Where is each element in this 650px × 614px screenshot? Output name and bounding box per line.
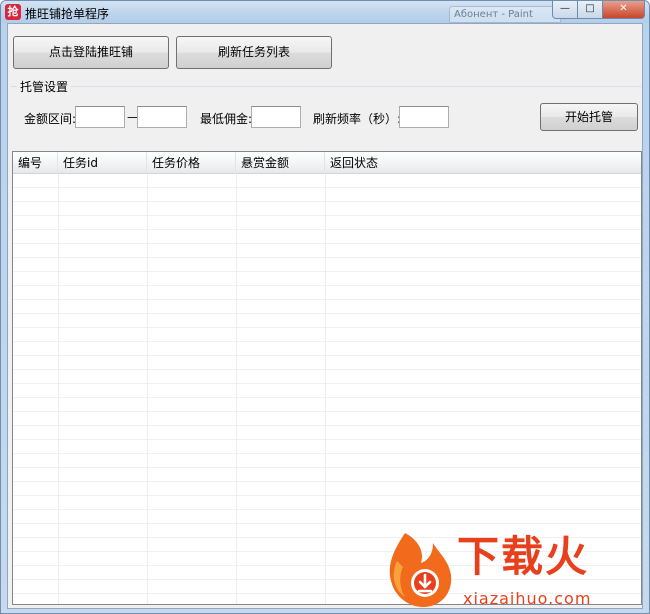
start-hosting-button[interactable]: 开始托管 — [540, 103, 638, 131]
watermark-en-text: xiazaihuo.com — [463, 589, 592, 608]
refresh-rate-label: 刷新频率（秒）: — [313, 112, 402, 126]
column-gridline — [147, 174, 148, 604]
close-button[interactable]: ✕ — [603, 1, 645, 19]
column-header-id[interactable]: 编号 — [13, 152, 58, 174]
column-header-task-id[interactable]: 任务id — [58, 152, 147, 174]
watermark-logo: 下载火 xiazaihuo.com — [383, 529, 649, 613]
column-header-reward-amount[interactable]: 悬赏金额 — [236, 152, 325, 174]
group-title: 托管设置 — [17, 78, 72, 95]
login-button[interactable]: 点击登陆推旺铺 — [13, 36, 169, 69]
watermark-cn-text: 下载火 — [457, 532, 590, 581]
title-bar[interactable]: 抢 推旺铺抢单程序 Абонент - Paint — □ ✕ — [1, 1, 649, 23]
list-header: 编号 任务id 任务价格 悬赏金额 返回状态 — [13, 152, 641, 174]
maximize-button[interactable]: □ — [578, 1, 603, 19]
amount-max-input[interactable] — [137, 106, 187, 128]
refresh-task-list-button[interactable]: 刷新任务列表 — [176, 36, 332, 69]
column-gridline — [325, 174, 326, 604]
amount-range-label: 金额区间: — [24, 112, 77, 126]
flame-logo-icon — [389, 533, 452, 607]
refresh-rate-input[interactable] — [399, 106, 449, 128]
min-commission-label: 最低佣金: — [200, 112, 253, 126]
column-header-task-price[interactable]: 任务价格 — [147, 152, 236, 174]
background-window-tab: Абонент - Paint — [449, 6, 561, 23]
column-gridline — [58, 174, 59, 604]
window-title: 推旺铺抢单程序 — [25, 7, 110, 21]
min-commission-input[interactable] — [251, 106, 301, 128]
app-window: 抢 推旺铺抢单程序 Абонент - Paint — □ ✕ 点击登陆推旺铺 … — [0, 0, 650, 614]
amount-min-input[interactable] — [75, 106, 125, 128]
column-gridline — [236, 174, 237, 604]
app-icon: 抢 — [5, 4, 21, 20]
minimize-button[interactable]: — — [552, 1, 578, 19]
client-area: 点击登陆推旺铺 刷新任务列表 托管设置 金额区间: — 最低佣金: 刷新频率（秒… — [7, 23, 643, 609]
column-header-return-status[interactable]: 返回状态 — [325, 152, 641, 174]
window-controls: — □ ✕ — [552, 1, 645, 19]
